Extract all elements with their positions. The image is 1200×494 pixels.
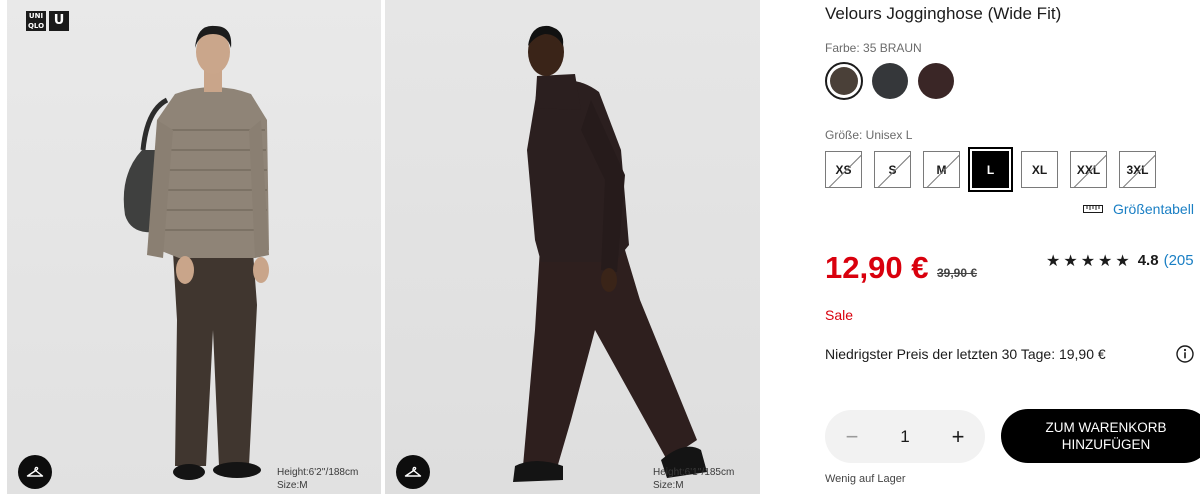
size-chart-label: Größentabell [1113,201,1194,217]
product-title: Velours Jogginghose (Wide Fit) [825,4,1062,23]
size-option-s[interactable]: S [874,151,911,188]
size-option-l[interactable]: L [968,147,1013,192]
hanger-icon [26,466,44,477]
model-photo-front [123,25,269,480]
color-swatch-dunkelbraun[interactable] [917,62,955,100]
rating-stars: ★★★★★ [1046,251,1133,270]
model-size: Size:M [653,480,684,491]
rating: ★★★★★ 4.8 (205 [1046,251,1194,270]
model-size: Size:M [277,480,308,491]
size-option-xxl[interactable]: XXL [1070,151,1107,188]
size-option-3xl[interactable]: 3XL [1119,151,1156,188]
model-photo-side [513,25,707,482]
color-swatches [825,62,955,100]
sale-label: Sale [825,307,854,323]
original-price: 39,90 € [937,266,978,280]
hanger-icon [404,466,422,477]
model-info: Height:6'2''/188cm Size:M [277,466,358,492]
hanger-button[interactable] [396,455,430,489]
stock-note: Wenig auf Lager [825,473,906,485]
quantity-stepper: − 1 + [825,410,985,463]
swatch-fill [830,67,858,95]
lowest-price-note: Niedrigster Preis der letzten 30 Tage: 1… [825,346,1106,362]
quantity-decrease-button[interactable]: − [843,425,861,447]
color-swatch-braun[interactable] [825,62,863,100]
size-option-m[interactable]: M [923,151,960,188]
product-image-1[interactable]: UNI QLO U Height:6'2''/188cm Size:M [7,0,381,494]
swatch-fill [918,63,954,99]
review-count-link[interactable]: (205 [1164,252,1194,269]
info-icon[interactable] [1176,345,1194,363]
size-label: Größe: Unisex L [825,128,913,142]
product-details-panel: Velours Jogginghose (Wide Fit) Farbe: 35… [825,0,1200,494]
rating-value: 4.8 [1137,252,1159,269]
sale-price: 12,90 € [825,250,929,285]
model-height: Height:6'2''/188cm [277,467,359,478]
uniqlo-u-mark: U [49,11,69,31]
product-image-2[interactable]: Height:6'1''/185cm Size:M [385,0,760,494]
hanger-button[interactable] [18,455,52,489]
model-height: Height:6'1''/185cm [653,467,735,478]
quantity-value[interactable]: 1 [885,427,925,447]
uniqlo-logo[interactable]: UNI QLO U [26,11,69,31]
size-chart-link[interactable]: Größentabell [1083,201,1194,217]
size-selector: XS S M L XL XXL 3XL [825,147,1156,192]
size-option-xl[interactable]: XL [1021,151,1058,188]
size-option-xs[interactable]: XS [825,151,862,188]
ruler-icon [1083,205,1103,213]
add-to-cart-button[interactable]: ZUM WARENKORB HINZUFÜGEN [1001,409,1200,463]
quantity-increase-button[interactable]: + [949,425,967,447]
model-info: Height:6'1''/185cm Size:M [653,466,734,492]
swatch-fill [872,63,908,99]
color-swatch-dunkelgrau[interactable] [871,62,909,100]
uniqlo-wordmark: UNI QLO [26,11,46,31]
color-label: Farbe: 35 BRAUN [825,41,922,55]
